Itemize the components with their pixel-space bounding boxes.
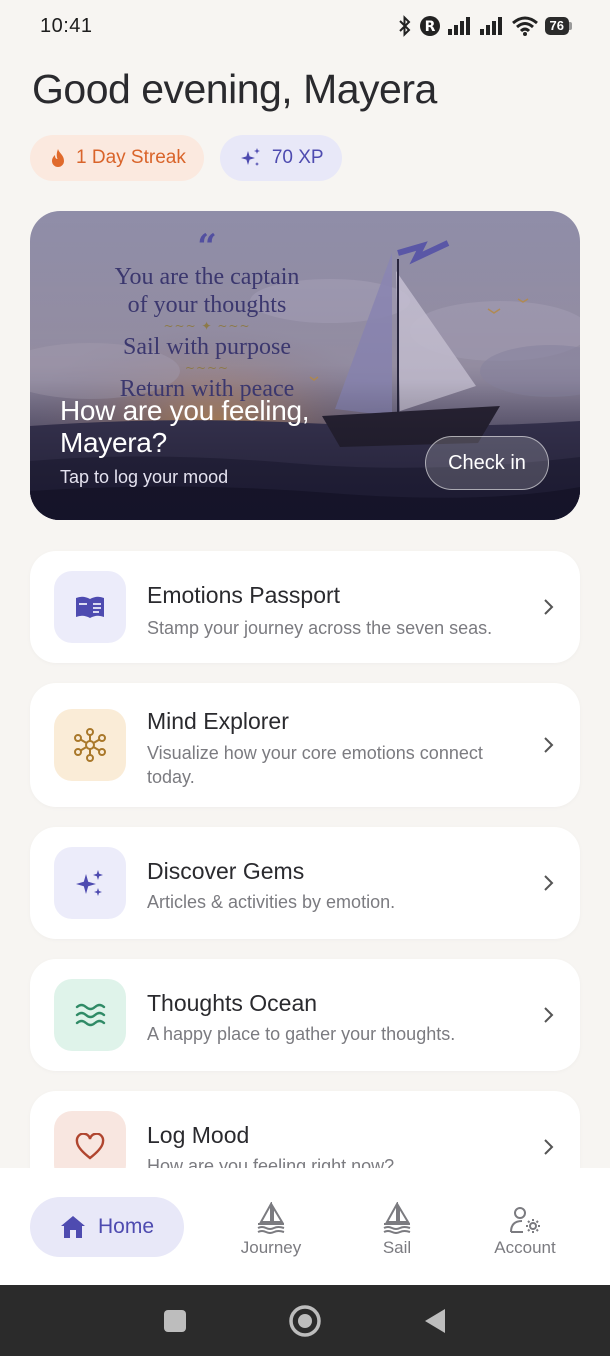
stats-pills: 1 Day Streak 70 XP: [30, 135, 342, 181]
card-description: Articles & activities by emotion.: [147, 892, 396, 912]
card-description: A happy place to gather your thoughts.: [147, 1024, 456, 1044]
nav-home-label: Home: [97, 1215, 155, 1238]
quote-ornament: ~~~ ✦ ~~~: [163, 319, 251, 333]
chevron-right-icon: [544, 599, 554, 615]
nav-account-label: Account: [494, 1238, 556, 1257]
nav-account-tab[interactable]: Account: [465, 1194, 585, 1258]
nav-journey-tab[interactable]: Journey: [211, 1194, 331, 1258]
chevron-right-icon: [544, 1139, 554, 1155]
card-title: Thoughts Ocean: [147, 990, 318, 1016]
card-description: Stamp your journey across the seven seas…: [147, 618, 493, 638]
sparkles-icon: [240, 148, 260, 166]
hero-title-line-2: Mayera?: [60, 427, 167, 458]
greeting-title: Good evening, Mayera: [32, 66, 437, 112]
card-title: Emotions Passport: [147, 582, 341, 608]
roaming-icon: R: [419, 16, 440, 36]
hero-quote: “ You are the captain of your thoughts ~…: [82, 227, 332, 403]
sparkles-icon: [76, 870, 103, 896]
sailboat-icon: [257, 1202, 285, 1234]
check-in-button[interactable]: Check in: [425, 436, 549, 490]
status-icons: R 76: [397, 15, 572, 37]
quote-line-3: Sail with purpose: [123, 334, 291, 360]
card-discover-gems[interactable]: Discover Gems Articles & activities by e…: [30, 827, 580, 939]
quote-ornament-2: ~~~~: [184, 361, 230, 375]
flame-icon: [52, 149, 64, 167]
home-icon: [60, 1216, 85, 1238]
bluetooth-icon: [398, 15, 410, 37]
waves-icon: [75, 1003, 106, 1027]
status-time: 10:41: [40, 14, 93, 37]
quote-line-1: You are the captain: [114, 264, 300, 290]
card-description: Visualize how your core emotions connect…: [147, 743, 483, 787]
home-button-icon[interactable]: [288, 1304, 322, 1338]
status-bar: 10:41 R 76: [0, 0, 610, 52]
card-mind-explorer[interactable]: Mind Explorer Visualize how your core em…: [30, 683, 580, 807]
passport-book-icon: [76, 596, 104, 618]
card-title: Mind Explorer: [147, 708, 289, 734]
xp-label: 70 XP: [271, 147, 324, 168]
bottom-navigation: Home Journey Sail Account: [0, 1168, 610, 1285]
recents-button-icon[interactable]: [163, 1309, 187, 1333]
quote-mark-icon: “: [197, 227, 217, 267]
nav-sail-tab[interactable]: Sail: [337, 1194, 457, 1258]
card-title: Log Mood: [147, 1122, 250, 1148]
battery-level: 76: [544, 17, 569, 35]
network-icon: [74, 728, 106, 762]
quote-line-2: of your thoughts: [127, 292, 287, 318]
card-icon-box: [54, 571, 126, 643]
nav-journey-label: Journey: [240, 1238, 302, 1257]
svg-text:R: R: [424, 19, 435, 35]
chevron-right-icon: [544, 875, 554, 891]
card-emotions-passport[interactable]: Emotions Passport Stamp your journey acr…: [30, 551, 580, 663]
chevron-right-icon: [544, 1007, 554, 1023]
back-button-icon[interactable]: [424, 1308, 446, 1334]
mood-checkin-card[interactable]: “ You are the captain of your thoughts ~…: [30, 211, 580, 520]
nav-home-tab[interactable]: Home: [30, 1197, 184, 1257]
nav-sail-label: Sail: [382, 1238, 412, 1257]
signal-icon-2: [479, 17, 502, 35]
streak-label: 1 Day Streak: [76, 147, 186, 168]
card-icon-box: [54, 979, 126, 1051]
hero-title-line-1: How are you feeling,: [60, 395, 310, 426]
card-icon-box: [54, 847, 126, 919]
streak-pill[interactable]: 1 Day Streak: [30, 135, 204, 181]
card-icon-box: [54, 709, 126, 781]
heart-icon: [75, 1133, 105, 1160]
xp-pill[interactable]: 70 XP: [219, 135, 342, 181]
card-title: Discover Gems: [147, 858, 305, 884]
sailboat-icon: [383, 1202, 411, 1234]
system-navigation-bar: [0, 1285, 610, 1356]
wifi-icon: [511, 16, 538, 36]
chevron-right-icon: [544, 737, 554, 753]
hero-title: How are you feeling, Mayera?: [60, 395, 310, 459]
battery-icon: 76: [544, 17, 572, 35]
account-settings-icon: [510, 1207, 540, 1233]
hero-subtitle: Tap to log your mood: [60, 467, 229, 487]
signal-icon: [447, 17, 470, 35]
card-thoughts-ocean[interactable]: Thoughts Ocean A happy place to gather y…: [30, 959, 580, 1071]
